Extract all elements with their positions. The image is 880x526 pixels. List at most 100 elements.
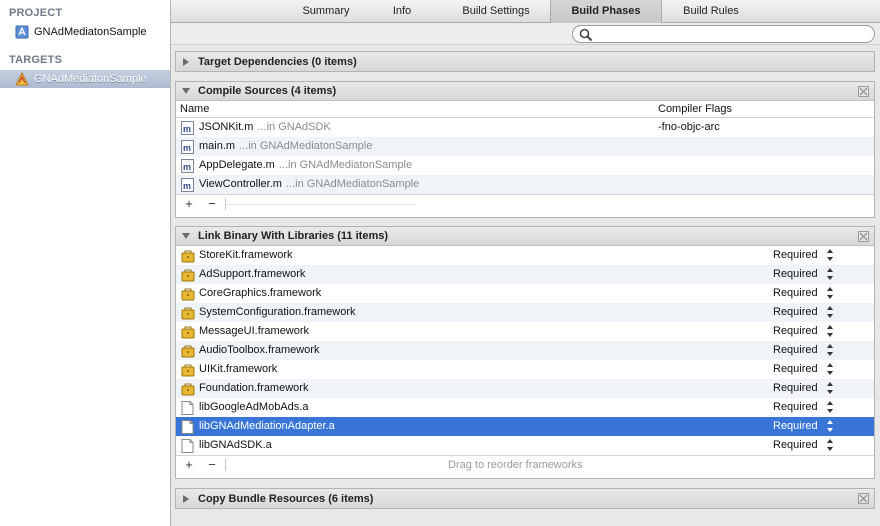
popup-arrows-icon[interactable] (826, 362, 834, 376)
table-row[interactable]: Foundation.framework Required (176, 379, 874, 398)
delete-phase-icon[interactable] (858, 231, 869, 242)
table-row[interactable]: CoreGraphics.framework Required (176, 284, 874, 303)
library-name: UIKit.framework (199, 363, 278, 375)
library-name: libGNAdMediationAdapter.a (199, 420, 335, 432)
popup-arrows-icon[interactable] (826, 438, 834, 452)
copy-bundle-section: Copy Bundle Resources (6 items) (175, 488, 875, 509)
footer-divider (225, 459, 226, 471)
popup-arrows-icon[interactable] (826, 324, 834, 338)
table-row[interactable]: m main.m ...in GNAdMediatonSample (176, 137, 874, 156)
popup-arrows-icon[interactable] (826, 343, 834, 357)
tab-build-settings[interactable]: Build Settings (441, 0, 551, 23)
section-title: Compile Sources (4 items) (198, 85, 337, 97)
linkage-status[interactable]: Required (773, 268, 818, 280)
tab-summary[interactable]: Summary (271, 0, 381, 23)
linkage-status[interactable]: Required (773, 382, 818, 394)
search-field[interactable] (572, 25, 875, 43)
delete-phase-icon[interactable] (858, 493, 869, 504)
tab-build-rules[interactable]: Build Rules (666, 0, 756, 23)
table-row[interactable]: UIKit.framework Required (176, 360, 874, 379)
svg-text:m: m (183, 181, 191, 191)
linkage-status[interactable]: Required (773, 344, 818, 356)
file-name: JSONKit.m ...in GNAdSDK (199, 121, 331, 133)
column-name[interactable]: Name (180, 103, 209, 115)
library-name: AudioToolbox.framework (199, 344, 320, 356)
library-name: CoreGraphics.framework (199, 287, 322, 299)
footer-rule (227, 204, 416, 205)
framework-toolbox-icon (181, 325, 195, 339)
library-name: StoreKit.framework (199, 249, 293, 261)
linkage-status[interactable]: Required (773, 420, 818, 432)
m-source-file-icon: m (181, 121, 194, 135)
tab-build-phases[interactable]: Build Phases (550, 0, 662, 23)
remove-button[interactable]: − (204, 196, 220, 212)
popup-arrows-icon[interactable] (826, 305, 834, 319)
popup-arrows-icon[interactable] (826, 419, 834, 433)
section-title: Copy Bundle Resources (6 items) (198, 492, 374, 505)
compile-sources-section: Compile Sources (4 items) Name Compiler … (175, 81, 875, 218)
library-name: libGNAdSDK.a (199, 439, 272, 451)
section-title: Target Dependencies (0 items) (198, 55, 357, 68)
library-name: MessageUI.framework (199, 325, 310, 337)
table-row[interactable]: m AppDelegate.m ...in GNAdMediatonSample (176, 156, 874, 175)
file-name-text: JSONKit.m (199, 121, 254, 133)
library-file-icon (181, 439, 194, 453)
editor-tab-bar: Summary Info Build Settings Build Phases… (171, 0, 880, 23)
popup-arrows-icon[interactable] (826, 400, 834, 414)
link-binary-header[interactable]: Link Binary With Libraries (11 items) (176, 227, 874, 246)
library-name: SystemConfiguration.framework (199, 306, 356, 318)
build-phases-editor: Summary Info Build Settings Build Phases… (171, 0, 880, 526)
project-file-icon (15, 25, 29, 39)
table-row[interactable]: m ViewController.m ...in GNAdMediatonSampl… (176, 175, 874, 194)
m-source-file-icon: m (181, 178, 194, 192)
linkage-status[interactable]: Required (773, 439, 818, 451)
linkage-status[interactable]: Required (773, 306, 818, 318)
table-row[interactable]: MessageUI.framework Required (176, 322, 874, 341)
table-row[interactable]: AudioToolbox.framework Required (176, 341, 874, 360)
framework-toolbox-icon (181, 306, 195, 320)
remove-button[interactable]: − (204, 457, 220, 473)
disclosure-triangle-icon[interactable] (181, 494, 191, 504)
file-name-text: AppDelegate.m (199, 159, 275, 171)
copy-bundle-header[interactable]: Copy Bundle Resources (6 items) (176, 489, 874, 508)
file-name: AppDelegate.m ...in GNAdMediatonSample (199, 159, 412, 171)
linkage-status[interactable]: Required (773, 401, 818, 413)
linkage-status[interactable]: Required (773, 363, 818, 375)
table-row[interactable]: AdSupport.framework Required (176, 265, 874, 284)
popup-arrows-icon[interactable] (826, 286, 834, 300)
delete-phase-icon[interactable] (858, 86, 869, 97)
table-row[interactable]: libGNAdMediationAdapter.a Required (176, 417, 874, 436)
compiler-flags-cell[interactable]: -fno-objc-arc (658, 121, 720, 133)
popup-arrows-icon[interactable] (826, 381, 834, 395)
sidebar-item-project[interactable]: GNAdMediatonSample (0, 23, 170, 41)
filter-bar (171, 23, 880, 45)
linkage-status[interactable]: Required (773, 325, 818, 337)
framework-toolbox-icon (181, 287, 195, 301)
table-row[interactable]: libGNAdSDK.a Required (176, 436, 874, 455)
linkage-status[interactable]: Required (773, 249, 818, 261)
table-row[interactable]: libGoogleAdMobAds.a Required (176, 398, 874, 417)
target-dependencies-header[interactable]: Target Dependencies (0 items) (176, 52, 874, 71)
disclosure-triangle-icon[interactable] (181, 231, 191, 241)
svg-text:m: m (183, 143, 191, 153)
popup-arrows-icon[interactable] (826, 248, 834, 262)
library-name: AdSupport.framework (199, 268, 306, 280)
target-dependencies-section: Target Dependencies (0 items) (175, 51, 875, 72)
add-button[interactable]: + (181, 457, 197, 473)
link-binary-footer: + − Drag to reorder frameworks (176, 455, 874, 474)
column-compiler-flags[interactable]: Compiler Flags (658, 103, 732, 115)
sidebar-item-target[interactable]: GNAdMediatonSample (0, 70, 170, 88)
section-title: Link Binary With Libraries (11 items) (198, 230, 389, 242)
add-button[interactable]: + (181, 196, 197, 212)
table-row[interactable]: m JSONKit.m ...in GNAdSDK -fno-objc-arc (176, 118, 874, 137)
linkage-status[interactable]: Required (773, 287, 818, 299)
table-row[interactable]: SystemConfiguration.framework Required (176, 303, 874, 322)
popup-arrows-icon[interactable] (826, 267, 834, 281)
disclosure-triangle-icon[interactable] (181, 86, 191, 96)
m-source-file-icon: m (181, 159, 194, 173)
tab-info[interactable]: Info (381, 0, 423, 23)
disclosure-triangle-icon[interactable] (181, 57, 191, 67)
table-row[interactable]: StoreKit.framework Required (176, 246, 874, 265)
library-name: Foundation.framework (199, 382, 309, 394)
compile-sources-header[interactable]: Compile Sources (4 items) (176, 82, 874, 101)
